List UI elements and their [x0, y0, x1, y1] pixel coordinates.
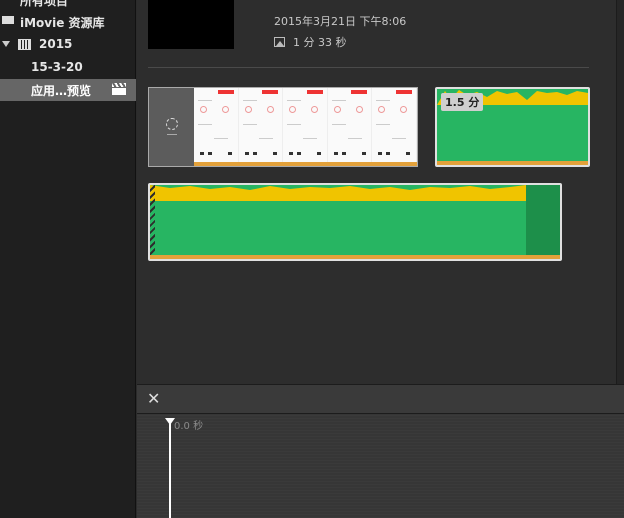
sidebar-item-label: 15-3-20 [31, 60, 83, 74]
close-icon[interactable]: ✕ [147, 391, 161, 407]
sidebar-item-label: 应用…预览 [31, 83, 92, 98]
calendar-icon [18, 38, 31, 50]
audio-waveform [150, 185, 526, 201]
spinner-caption-line [167, 134, 177, 135]
clip-orange-bar [437, 161, 588, 165]
sidebar-item-year[interactable]: 2015 [0, 33, 136, 55]
timecode-label: 0.0 秒 [174, 421, 204, 432]
filmstrip-frame [372, 88, 417, 164]
sidebar-item-label: 2015 [39, 37, 73, 51]
clip-duration-row: 1 分 33 秒 [274, 34, 347, 50]
sidebar-item-label: 所有项目 [20, 0, 69, 8]
clip-leader-frame [149, 88, 194, 166]
filmstrip-frame [194, 88, 239, 164]
clip-orange-bar [194, 162, 417, 166]
clip-filmstrip [194, 88, 417, 164]
clip-thumbnail-top[interactable] [148, 0, 234, 49]
filmstrip-frame [238, 88, 284, 164]
sidebar-item-selected-event[interactable]: 应用…预览 [0, 79, 136, 101]
browser-scrollbar[interactable] [616, 0, 624, 384]
clip-audio-long[interactable] [148, 183, 562, 261]
sidebar-item-library[interactable]: iMovie 资源库 [0, 11, 136, 33]
clip-date: 2015年3月21日 下午8:06 [274, 15, 407, 28]
clip-audio-short[interactable]: 1.5 分 [435, 87, 590, 167]
timeline-body[interactable] [137, 414, 624, 518]
sidebar-item-all-projects[interactable]: 所有项目 [0, 0, 136, 11]
filmstrip-frame [283, 88, 328, 164]
playhead[interactable] [169, 420, 171, 518]
library-grid-icon [2, 16, 14, 28]
library-sidebar: 所有项目 iMovie 资源库 2015 15-3-20 应用…预览 [0, 0, 136, 518]
duration-badge: 1.5 分 [441, 93, 484, 111]
filmstrip-frame [327, 88, 373, 164]
timeline-header: ✕ [137, 384, 624, 414]
clip-unused-tail [526, 185, 560, 259]
divider [148, 67, 589, 68]
clip-screen-recording[interactable] [148, 87, 418, 167]
photo-icon [274, 37, 285, 47]
clapperboard-icon [112, 83, 126, 95]
sidebar-item-label: iMovie 资源库 [20, 15, 105, 30]
loading-spinner-icon [166, 118, 178, 130]
clip-duration: 1 分 33 秒 [293, 36, 347, 49]
event-browser: 2015年3月21日 下午8:06 1 分 33 秒 1.5 分 [137, 0, 624, 384]
sidebar-item-event[interactable]: 15-3-20 [0, 56, 136, 78]
disclosure-triangle-icon[interactable] [2, 41, 10, 47]
clip-orange-bar [150, 255, 560, 259]
waveform-shape [150, 185, 526, 190]
clip-edge-left [150, 185, 155, 259]
